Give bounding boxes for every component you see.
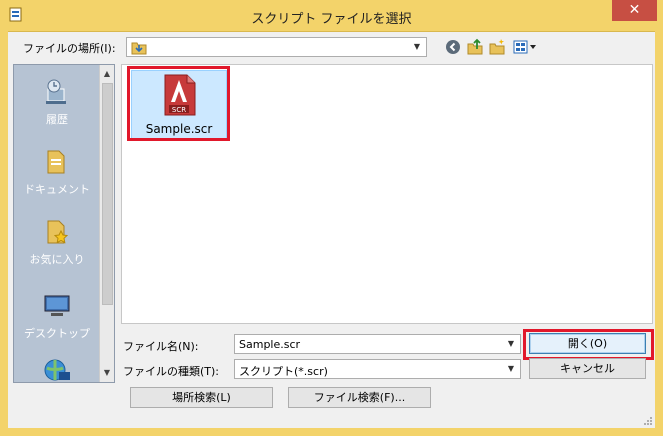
folder-download-icon (131, 40, 147, 55)
window-title: スクリプト ファイルを選択 (251, 12, 412, 27)
filetype-value: スクリプト(*.scr) (239, 365, 328, 378)
place-desktop[interactable]: デスクトップ (14, 291, 100, 341)
place-favorites[interactable]: お気に入り (14, 217, 100, 267)
file-dialog-window: スクリプト ファイルを選択 ✕ ファイルの場所(I): ▼ 履歴 ドキュメント … (0, 0, 663, 436)
chevron-down-icon[interactable]: ▼ (504, 362, 518, 376)
desktop-icon (42, 291, 72, 321)
close-icon: ✕ (628, 2, 641, 18)
window-frame-right (655, 31, 663, 436)
documents-folder-icon (42, 147, 72, 177)
window-frame-left (0, 31, 8, 436)
up-folder-icon (467, 38, 483, 55)
scroll-down-icon[interactable]: ▼ (100, 366, 114, 380)
scrollbar-thumb[interactable] (102, 83, 113, 305)
place-label: 履歴 (46, 113, 68, 126)
place-network[interactable] (14, 355, 100, 389)
place-search-button[interactable]: 場所検索(L) (130, 387, 273, 408)
location-combo[interactable]: ▼ (126, 37, 427, 57)
scroll-up-icon[interactable]: ▲ (100, 67, 114, 81)
close-button[interactable]: ✕ (612, 0, 657, 21)
filename-label: ファイル名(N): (123, 340, 199, 353)
back-button[interactable] (444, 38, 462, 56)
place-label: デスクトップ (24, 327, 90, 340)
network-icon (42, 355, 72, 385)
view-menu-icon (513, 40, 536, 54)
new-folder-button[interactable] (488, 38, 506, 56)
resize-grip-icon[interactable] (643, 416, 653, 426)
up-folder-button[interactable] (466, 38, 484, 56)
back-icon (446, 40, 460, 54)
favorites-icon (42, 217, 72, 247)
places-bar: 履歴 ドキュメント お気に入り デスクトップ ▲ ▼ (13, 64, 115, 383)
filetype-label: ファイルの種類(T): (123, 365, 220, 378)
location-label: ファイルの場所(I): (23, 42, 116, 55)
filename-input[interactable]: Sample.scr (239, 338, 300, 351)
place-history[interactable]: 履歴 (14, 77, 100, 127)
chevron-down-icon[interactable]: ▼ (410, 40, 424, 54)
chevron-down-icon[interactable]: ▼ (504, 337, 518, 351)
place-label: ドキュメント (24, 183, 90, 196)
open-button-highlight-box (523, 329, 654, 360)
window-frame-bottom (0, 428, 663, 436)
title-bar[interactable]: スクリプト ファイルを選択 ✕ (0, 0, 663, 32)
file-highlight-box (127, 66, 230, 141)
view-menu-button[interactable] (512, 38, 538, 56)
cancel-button[interactable]: キャンセル (529, 358, 646, 379)
place-label: お気に入り (29, 253, 85, 266)
new-folder-icon (489, 39, 505, 55)
history-icon (42, 77, 72, 107)
place-documents[interactable]: ドキュメント (14, 147, 100, 197)
filename-combo[interactable]: Sample.scr ▼ (234, 334, 521, 354)
places-scrollbar[interactable]: ▲ ▼ (99, 65, 114, 382)
file-search-button[interactable]: ファイル検索(F)... (288, 387, 431, 408)
filetype-select[interactable]: スクリプト(*.scr) ▼ (234, 359, 521, 379)
